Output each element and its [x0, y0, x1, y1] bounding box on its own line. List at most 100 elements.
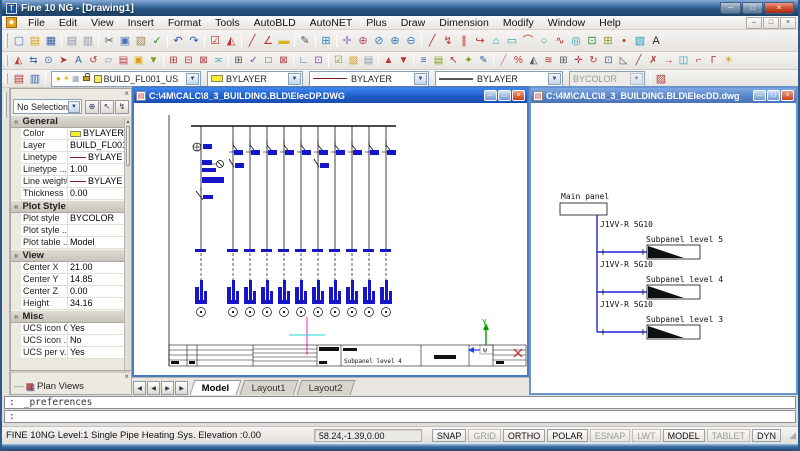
menu-item[interactable]: Tools — [208, 17, 247, 29]
mline-icon[interactable]: ∥ — [456, 33, 472, 49]
layers-stack-icon[interactable]: ▤ — [431, 53, 446, 68]
text-style-icon[interactable]: A — [71, 53, 86, 68]
command-history-line[interactable]: : _preferences — [4, 396, 796, 409]
arc-icon[interactable]: ⌒ — [520, 33, 536, 49]
levels-icon[interactable]: ▤ — [116, 53, 131, 68]
color-dropdown-arrow[interactable]: ▼ — [288, 73, 301, 85]
text-icon[interactable]: A — [648, 33, 664, 49]
copy-sheet-icon[interactable]: ▨ — [346, 53, 361, 68]
polygon-icon[interactable]: ⌂ — [488, 33, 504, 49]
level-up-icon[interactable]: ▲ — [381, 53, 396, 68]
plan-views-close-icon[interactable]: × — [124, 373, 129, 381]
grid-red-icon[interactable]: ⊠ — [276, 53, 291, 68]
select-objects-button[interactable]: ↖ — [100, 100, 114, 114]
palette-close-icon[interactable]: × — [124, 90, 129, 98]
lineweight-combo[interactable]: BYLAYER ▼ — [435, 71, 563, 87]
scroll-up-icon[interactable]: ▲ — [126, 119, 131, 125]
status-toggle[interactable]: POLAR — [547, 429, 588, 442]
sheet-icon[interactable]: ▱ — [101, 53, 116, 68]
child-title-bar[interactable]: ▤ C:\4M\CALC\8_3_BUILDING.BLD\ElecDP.DWG… — [134, 88, 527, 103]
print-icon[interactable]: ▤ — [64, 33, 80, 49]
drawing-canvas[interactable]: Y W — [134, 103, 527, 375]
child-maximize-button[interactable]: □ — [498, 90, 511, 101]
rectangle-icon[interactable]: ▭ — [504, 33, 520, 49]
mdi-restore-button[interactable]: □ — [763, 17, 779, 29]
spline-icon[interactable]: ∿ — [552, 33, 568, 49]
dock-grip[interactable] — [4, 92, 7, 118]
paste-icon[interactable]: ▨ — [133, 33, 149, 49]
fine-view-icon[interactable]: ◭ — [11, 53, 26, 68]
circle-icon[interactable]: ○ — [536, 33, 552, 49]
property-row[interactable]: Center X 21.00 — [21, 262, 131, 274]
blank-rect-icon[interactable]: □ — [261, 53, 276, 68]
make-block-icon[interactable]: ⊞ — [600, 33, 616, 49]
zoom-realtime-icon[interactable]: ⊕ — [355, 33, 371, 49]
ellipse-icon[interactable]: ◎ — [568, 33, 584, 49]
status-toggle[interactable]: ESNAP — [590, 429, 631, 442]
mirror-icon[interactable]: ◭ — [526, 53, 541, 68]
save-icon[interactable]: ▦ — [43, 33, 59, 49]
tab-model[interactable]: Model — [190, 380, 242, 395]
new-icon[interactable]: ▢ — [11, 33, 27, 49]
drawing-folder-icon[interactable]: ▣ — [131, 53, 146, 68]
move-icon[interactable]: ✛ — [571, 53, 586, 68]
tab-last-button[interactable]: ▶ — [175, 381, 188, 395]
undo-icon[interactable]: ↶ — [170, 33, 186, 49]
erase-icon[interactable]: ╱ — [496, 53, 511, 68]
tab-layout2[interactable]: Layout2 — [297, 380, 356, 395]
plot-flyout-icon[interactable]: ▨ — [653, 71, 669, 87]
linetype-combo[interactable]: BYLAYER ▼ — [309, 71, 429, 87]
child-close-button[interactable]: × — [512, 90, 525, 101]
line-icon[interactable]: ╱ — [424, 33, 440, 49]
plan-views-item[interactable]: — ▦ Plan Views — [11, 381, 131, 392]
insert-block-icon[interactable]: ⊡ — [584, 33, 600, 49]
section-header[interactable]: « Plot Style — [11, 200, 131, 213]
plot-triangle-icon[interactable]: ◭ — [223, 33, 239, 49]
array-icon[interactable]: ⊞ — [556, 53, 571, 68]
maximize-button[interactable]: □ — [742, 2, 763, 14]
property-row[interactable]: Center Y 14.85 — [21, 274, 131, 286]
view-front-icon[interactable]: ⊟ — [181, 53, 196, 68]
lineweight-dropdown-arrow[interactable]: ▼ — [548, 73, 561, 85]
property-row[interactable]: Layer BUILD_FL001_ — [21, 140, 131, 152]
fillet-icon[interactable]: Γ — [706, 53, 721, 68]
section-header[interactable]: « General — [11, 115, 131, 128]
status-toggle[interactable]: LWT — [632, 429, 660, 442]
mdi-close-button[interactable]: × — [780, 17, 796, 29]
zoom-dynamic-icon[interactable]: ⊙ — [41, 53, 56, 68]
orbit-icon[interactable]: ↺ — [86, 53, 101, 68]
close-button[interactable]: × — [764, 2, 794, 14]
property-row[interactable]: Thickness 0.00 — [21, 188, 131, 200]
property-row[interactable]: UCS per v... Yes — [21, 347, 131, 359]
trim-icon[interactable]: ✗ — [646, 53, 661, 68]
break-icon[interactable]: ◫ — [676, 53, 691, 68]
grid-window-icon[interactable]: ⊞ — [231, 53, 246, 68]
toggle-pickadd-button[interactable]: ⊕ — [85, 100, 99, 114]
menu-item[interactable]: AutoNET — [303, 17, 360, 29]
toolbar-grip[interactable] — [5, 73, 8, 85]
status-toggle[interactable]: GRID — [468, 429, 501, 442]
toolbar-grip[interactable] — [5, 33, 8, 48]
pan-icon[interactable]: ✛ — [339, 33, 355, 49]
extend-icon[interactable]: → — [661, 53, 676, 68]
section-header[interactable]: « View — [11, 249, 131, 262]
copy-icon[interactable]: ▣ — [117, 33, 133, 49]
view-iso-icon[interactable]: ≍ — [211, 53, 226, 68]
resize-grip-icon[interactable]: ◢ — [784, 430, 796, 441]
property-row[interactable]: Plot style ... — [21, 225, 131, 237]
property-row[interactable]: Height 34.16 — [21, 298, 131, 310]
zoom-out-icon[interactable]: ⊖ — [403, 33, 419, 49]
coordinates-display[interactable]: 58.24,-1.39,0.00 — [314, 429, 422, 442]
tab-first-button[interactable]: ◀ — [133, 381, 146, 395]
filter-icon[interactable]: ▼ — [146, 53, 161, 68]
minimize-button[interactable]: – — [720, 2, 741, 14]
check-box-icon[interactable]: ☑ — [331, 53, 346, 68]
layers-flyout-icon[interactable]: ▤ — [11, 71, 27, 87]
explode-icon[interactable]: ☀ — [721, 53, 736, 68]
linetype-dropdown-arrow[interactable]: ▼ — [414, 73, 427, 85]
zoom-window-icon[interactable]: ⊞ — [318, 33, 334, 49]
layer-combo[interactable]: ● ☀ ▦ BUILD_FL001_US ▼ — [51, 71, 201, 87]
menu-item[interactable]: Draw — [394, 17, 433, 29]
palette-scrollbar[interactable]: ▲ — [124, 119, 131, 370]
status-toggle[interactable]: TABLET — [707, 429, 750, 442]
